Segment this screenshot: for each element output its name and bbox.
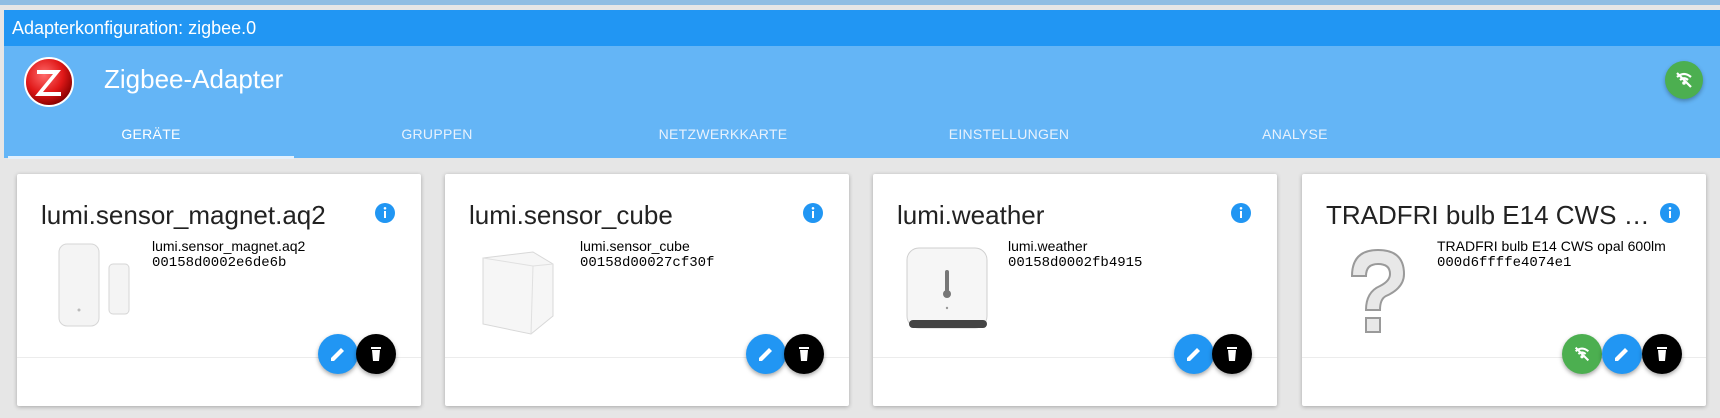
network-button[interactable] [1562, 334, 1602, 374]
tab-gruppen[interactable]: GRUPPEN [294, 112, 580, 156]
device-meta: lumi.weather 00158d0002fb4915 [1008, 238, 1142, 272]
edit-button[interactable] [1174, 334, 1214, 374]
device-meta: lumi.sensor_magnet.aq2 00158d0002e6de6b [152, 238, 305, 272]
app-title: Zigbee-Adapter [104, 64, 284, 94]
pencil-icon [1187, 348, 1200, 361]
device-title: lumi.sensor_magnet.aq2 [41, 200, 326, 230]
tab-netzwerkkarte[interactable]: NETZWERKKARTE [580, 112, 866, 156]
weather-sensor-image [906, 247, 988, 329]
device-card: TRADFRI bulb E14 CWS opal 600lm TRADFRI … [1302, 174, 1706, 406]
question-mark-icon [1350, 248, 1406, 333]
cube-image [482, 251, 554, 335]
pencil-icon [1615, 348, 1628, 361]
device-model: lumi.sensor_magnet.aq2 [152, 238, 306, 254]
window-title: Adapterkonfiguration: zigbee.0 [4, 10, 1720, 46]
device-model: lumi.weather [1008, 238, 1088, 254]
device-meta: TRADFRI bulb E14 CWS opal 600lm 000d6fff… [1437, 238, 1666, 272]
device-title: lumi.sensor_cube [469, 200, 673, 230]
wifi-icon [1574, 346, 1590, 362]
info-icon[interactable] [374, 202, 396, 224]
info-icon[interactable] [802, 202, 824, 224]
zigbee-logo [24, 57, 74, 107]
active-tab-indicator [8, 156, 294, 159]
device-title: TRADFRI bulb E14 CWS opal 600lm [1326, 200, 1656, 230]
network-status-button[interactable] [1665, 61, 1703, 99]
pencil-icon [331, 348, 344, 361]
tab-einstellungen[interactable]: EINSTELLUNGEN [866, 112, 1152, 156]
trash-icon [1657, 347, 1667, 361]
edit-button[interactable] [746, 334, 786, 374]
delete-button[interactable] [356, 334, 396, 374]
tab-geraete[interactable]: GERÄTE [8, 112, 294, 156]
device-meta: lumi.sensor_cube 00158d00027cf30f [580, 238, 714, 272]
device-title: lumi.weather [897, 200, 1045, 230]
device-model: lumi.sensor_cube [580, 238, 690, 254]
edit-button[interactable] [1602, 334, 1642, 374]
device-id: 00158d00027cf30f [580, 255, 715, 271]
tab-analyse[interactable]: ANALYSE [1152, 112, 1438, 156]
trash-icon [799, 347, 809, 361]
door-sensor-image [58, 243, 130, 327]
info-icon[interactable] [1230, 202, 1252, 224]
pencil-icon [759, 348, 772, 361]
trash-icon [1227, 347, 1237, 361]
wifi-icon [1676, 72, 1692, 88]
device-id: 000d6ffffe4074e1 [1437, 255, 1572, 271]
app-header: Zigbee-Adapter GERÄTE GRUPPEN NETZWERKKA… [4, 46, 1720, 159]
device-id: 00158d0002e6de6b [152, 255, 287, 271]
device-card: lumi.sensor_magnet.aq2 lumi.sensor_magne… [17, 174, 421, 406]
device-model: TRADFRI bulb E14 CWS opal 600lm [1437, 238, 1666, 254]
device-id: 00158d0002fb4915 [1008, 255, 1143, 271]
delete-button[interactable] [784, 334, 824, 374]
delete-button[interactable] [1642, 334, 1682, 374]
device-card: lumi.sensor_cube lumi.sensor_cube 00158d… [445, 174, 849, 406]
trash-icon [371, 347, 381, 361]
device-card: lumi.weather lumi.weather 00158d0002fb49… [873, 174, 1277, 406]
info-icon[interactable] [1659, 202, 1681, 224]
edit-button[interactable] [318, 334, 358, 374]
top-strip [0, 0, 1720, 5]
tab-bar: GERÄTE GRUPPEN NETZWERKKARTE EINSTELLUNG… [4, 112, 1720, 158]
delete-button[interactable] [1212, 334, 1252, 374]
